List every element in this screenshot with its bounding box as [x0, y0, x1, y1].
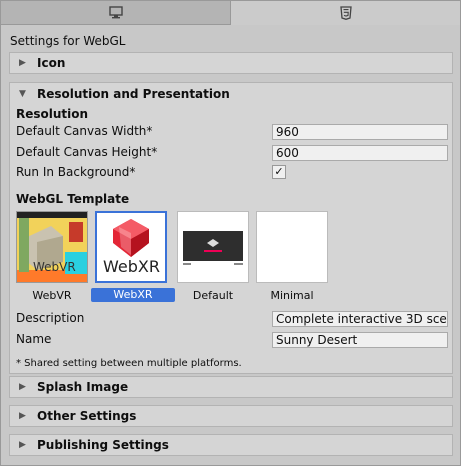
html5-icon	[339, 6, 352, 20]
template-label-minimal[interactable]: Minimal	[250, 289, 334, 303]
foldout-publishing-settings[interactable]: ▶ Publishing Settings	[9, 434, 453, 456]
template-label-default[interactable]: Default	[171, 289, 255, 303]
canvas-height-input[interactable]: 600	[272, 145, 448, 161]
description-input[interactable]: Complete interactive 3D scene	[272, 311, 448, 327]
run-in-background-label: Run In Background*	[16, 165, 136, 179]
foldout-label: Publishing Settings	[37, 438, 169, 452]
template-thumb-default[interactable]	[177, 211, 249, 283]
settings-title: Settings for WebGL	[10, 34, 126, 48]
foldout-label: Splash Image	[37, 380, 129, 394]
platform-tabs	[1, 1, 460, 25]
canvas-width-label: Default Canvas Width*	[16, 124, 153, 138]
webgl-template-heading: WebGL Template	[16, 192, 130, 206]
player-settings-window: Settings for WebGL ▶ Icon ▼ Resolution a…	[0, 0, 461, 466]
resolution-presentation-panel: ▼ Resolution and Presentation Resolution…	[9, 82, 453, 374]
template-label-webxr[interactable]: WebXR	[91, 288, 175, 302]
template-thumb-webvr[interactable]: WebVR	[16, 211, 88, 283]
resolution-heading: Resolution	[16, 107, 89, 121]
foldout-label: Other Settings	[37, 409, 137, 423]
foldout-label: Resolution and Presentation	[37, 87, 230, 101]
expanded-arrow-icon: ▼	[19, 89, 26, 99]
collapsed-arrow-icon: ▶	[19, 440, 26, 450]
foldout-other-settings[interactable]: ▶ Other Settings	[9, 405, 453, 427]
collapsed-arrow-icon: ▶	[19, 382, 26, 392]
shared-setting-note: * Shared setting between multiple platfo…	[16, 358, 242, 369]
run-in-background-checkbox[interactable]: ✓	[272, 165, 286, 179]
canvas-height-label: Default Canvas Height*	[16, 145, 158, 159]
template-thumb-minimal[interactable]	[256, 211, 328, 283]
collapsed-arrow-icon: ▶	[19, 58, 26, 68]
name-input[interactable]: Sunny Desert	[272, 332, 448, 348]
template-thumb-webxr[interactable]: WebXR	[95, 211, 167, 283]
foldout-label: Icon	[37, 56, 66, 70]
monitor-icon	[108, 6, 123, 19]
template-label-webvr[interactable]: WebVR	[10, 289, 94, 303]
webxr-thumb-text: WebXR	[103, 257, 160, 276]
canvas-width-input[interactable]: 960	[272, 124, 448, 140]
description-label: Description	[16, 311, 85, 325]
tab-webgl[interactable]	[231, 1, 460, 25]
collapsed-arrow-icon: ▶	[19, 411, 26, 421]
foldout-icon[interactable]: ▶ Icon	[9, 52, 453, 74]
tab-standalone[interactable]	[1, 1, 231, 25]
foldout-resolution-presentation[interactable]: ▼ Resolution and Presentation	[10, 83, 452, 105]
webvr-thumb-text: WebVR	[33, 260, 76, 274]
foldout-splash-image[interactable]: ▶ Splash Image	[9, 376, 453, 398]
default-thumbnail	[183, 231, 243, 265]
name-label: Name	[16, 332, 52, 346]
